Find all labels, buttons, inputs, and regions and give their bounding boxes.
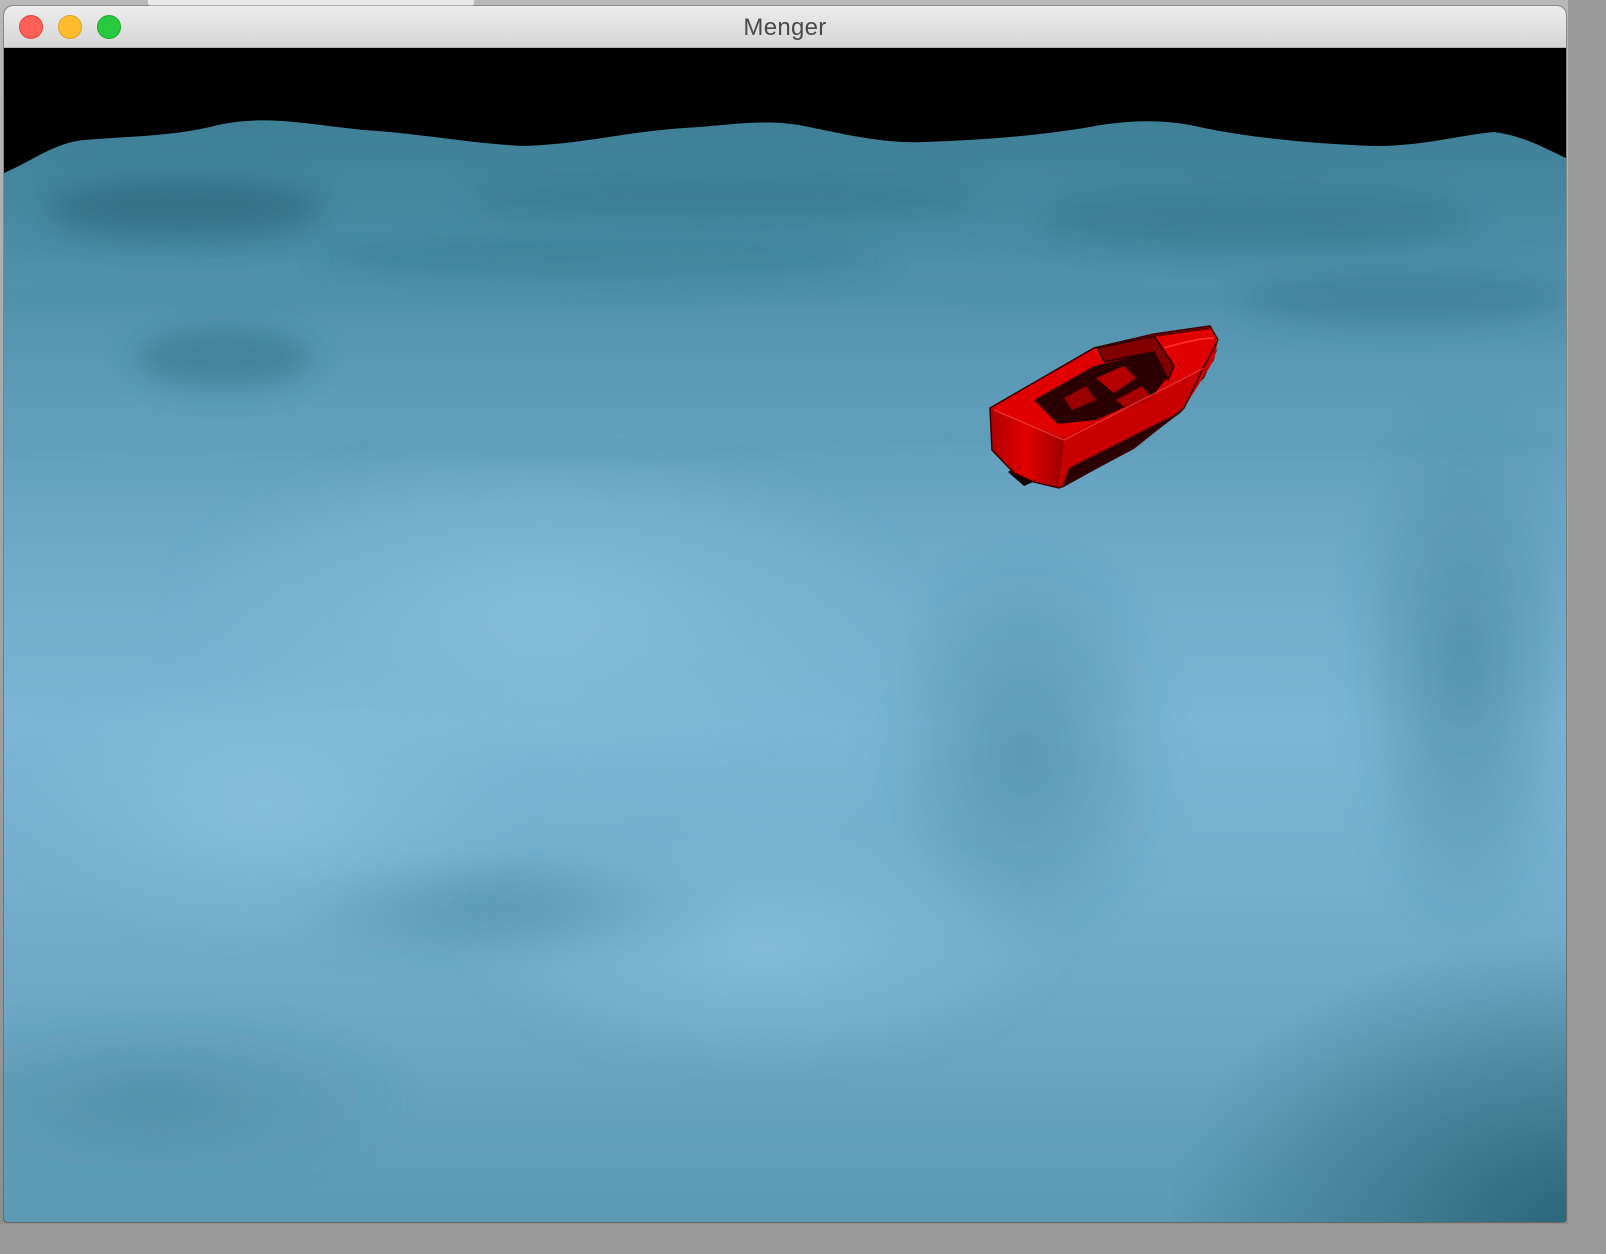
ocean-scene	[4, 48, 1566, 1222]
window-title: Menger	[743, 14, 827, 41]
water-dark-corner	[904, 748, 1566, 1222]
app-window: Menger	[4, 6, 1566, 1222]
title-bar[interactable]: Menger	[4, 6, 1566, 48]
render-viewport[interactable]	[4, 48, 1566, 1222]
